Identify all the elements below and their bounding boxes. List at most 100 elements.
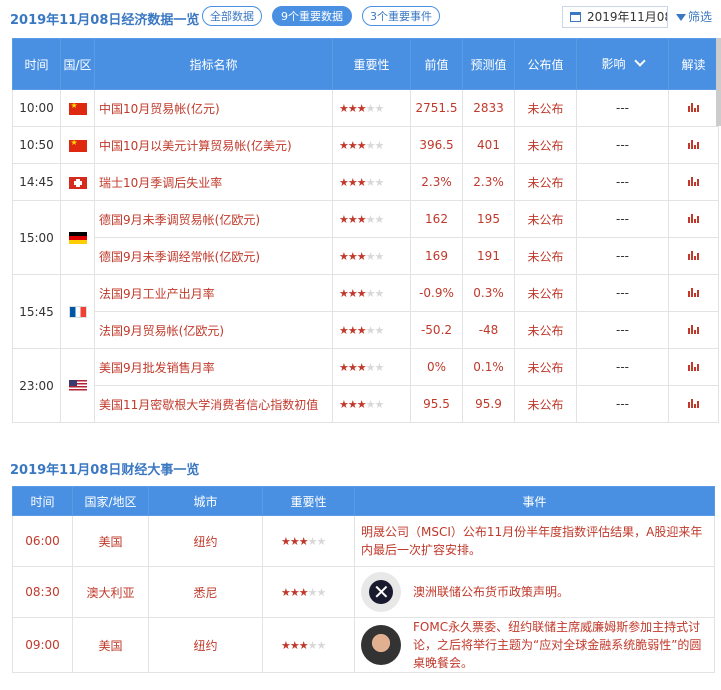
- analysis-cell[interactable]: [668, 274, 719, 312]
- bar-chart-icon[interactable]: [688, 214, 699, 223]
- star-icon: ★: [307, 585, 318, 599]
- star-icon: ★: [356, 397, 367, 411]
- star-icon: ★: [365, 286, 376, 300]
- actual-value: 未公布: [514, 237, 577, 275]
- analysis-cell[interactable]: [668, 200, 719, 238]
- event-description-cell: 明晟公司（MSCI）公布11月份半年度指数评估结果，A股迎来年内最后一次扩容安排…: [354, 515, 715, 567]
- table-row[interactable]: 法国9月贸易帐(亿欧元) ★★★★★ -50.2 -48 未公布 ---: [13, 311, 719, 349]
- table-row[interactable]: 美国11月密歇根大学消费者信心指数初值 ★★★★★ 95.5 95.9 未公布 ---: [13, 385, 719, 423]
- bar-chart-icon[interactable]: [688, 288, 699, 297]
- impact-value: ---: [576, 163, 669, 201]
- star-icon: ★: [298, 638, 309, 652]
- previous-value: -50.2: [410, 311, 463, 349]
- star-icon: ★: [356, 101, 367, 115]
- star-icon: ★: [365, 212, 376, 226]
- table-row[interactable]: 15:00 德国9月未季调贸易帐(亿欧元) ★★★★★ 162 195 未公布 ---: [12, 200, 719, 275]
- indicator-name[interactable]: 法国9月贸易帐(亿欧元): [94, 311, 333, 349]
- analysis-cell[interactable]: [668, 385, 719, 423]
- bar-chart-icon[interactable]: [688, 103, 699, 112]
- event-time: 08:30: [12, 566, 73, 618]
- importance-stars: ★★★★★: [332, 163, 411, 201]
- previous-value: 2.3%: [410, 163, 463, 201]
- star-icon: ★: [365, 323, 376, 337]
- star-icon: ★: [289, 585, 300, 599]
- bar-chart-icon[interactable]: [688, 399, 699, 408]
- bar-chart-icon[interactable]: [688, 325, 699, 334]
- col-impact-label: 影响: [601, 57, 626, 71]
- actual-value: 未公布: [514, 200, 577, 238]
- table-row[interactable]: 10:50中国10月以美元计算贸易帐(亿美元)★★★★★396.5401未公布-…: [12, 126, 719, 164]
- star-icon: ★: [356, 360, 367, 374]
- impact-value: ---: [576, 200, 669, 238]
- table-row[interactable]: 14:45 瑞士10月季调后失业率 ★★★★★ 2.3% 2.3% 未公布 ---: [12, 163, 719, 201]
- analysis-cell[interactable]: [668, 311, 719, 349]
- bar-chart-icon[interactable]: [688, 362, 699, 371]
- date-picker[interactable]: 2019年11月08: [562, 6, 668, 28]
- star-icon: ★: [339, 249, 349, 263]
- flag-cn-icon: [68, 101, 87, 115]
- previous-value: 2751.5: [410, 89, 463, 127]
- row-flag: [60, 200, 95, 275]
- previous-value: 396.5: [410, 126, 463, 164]
- filter-button[interactable]: 筛选: [676, 8, 712, 25]
- forecast-value: 0.1%: [462, 348, 515, 386]
- col-analysis: 解读: [668, 38, 719, 90]
- indicator-name[interactable]: 德国9月未季调贸易帐(亿欧元): [94, 200, 333, 238]
- event-city: 纽约: [148, 617, 263, 673]
- indicator-name[interactable]: 中国10月贸易帐(亿元): [94, 89, 333, 127]
- scrollbar[interactable]: [716, 38, 721, 126]
- star-icon: ★: [347, 175, 358, 189]
- table-row[interactable]: 10:00中国10月贸易帐(亿元)★★★★★2751.52833未公布---: [12, 89, 719, 127]
- analysis-cell[interactable]: [668, 89, 719, 127]
- forecast-value: 191: [462, 237, 515, 275]
- col-event-city: 城市: [148, 486, 263, 516]
- bar-chart-icon[interactable]: [688, 251, 699, 260]
- importance-stars: ★★★★★: [332, 348, 411, 386]
- indicator-name[interactable]: 法国9月工业产出月率: [94, 274, 333, 312]
- indicator-name[interactable]: 德国9月未季调经常帐(亿欧元): [94, 237, 333, 275]
- tab-all-data[interactable]: 全部数据: [202, 6, 262, 26]
- star-icon: ★: [356, 323, 367, 337]
- bar-chart-icon[interactable]: [688, 140, 699, 149]
- importance-stars: ★★★★★: [332, 89, 411, 127]
- col-impact[interactable]: 影响: [576, 38, 669, 90]
- table-row[interactable]: 德国9月未季调经常帐(亿欧元) ★★★★★ 169 191 未公布 ---: [13, 237, 719, 275]
- event-row[interactable]: 06:00 美国 纽约 ★★★★★ 明晟公司（MSCI）公布11月份半年度指数评估结果，…: [12, 515, 715, 567]
- event-row[interactable]: 09:00 美国 纽约 ★★★★★ FOMC永久票委、纽约联储主席威廉姆斯参加主持式讨论…: [12, 617, 715, 673]
- col-event-country: 国家/地区: [72, 486, 149, 516]
- indicator-name[interactable]: 美国11月密歇根大学消费者信心指数初值: [94, 385, 333, 423]
- actual-value: 未公布: [514, 126, 577, 164]
- event-importance: ★★★★★: [262, 566, 355, 618]
- star-icon: ★: [316, 638, 327, 652]
- star-icon: ★: [374, 138, 385, 152]
- tab-important-events[interactable]: 3个重要事件: [362, 6, 440, 26]
- analysis-cell[interactable]: [668, 348, 719, 386]
- col-event-time: 时间: [12, 486, 73, 516]
- star-icon: ★: [289, 638, 300, 652]
- table-row[interactable]: 23:00 美国9月批发销售月率 ★★★★★ 0% 0.1% 未公布 ---: [12, 348, 719, 423]
- filter-label: 筛选: [688, 10, 713, 24]
- calendar-icon: [570, 12, 581, 22]
- table-row[interactable]: 15:45 法国9月工业产出月率 ★★★★★ -0.9% 0.3% 未公布 ---: [12, 274, 719, 349]
- event-description-cell: FOMC永久票委、纽约联储主席威廉姆斯参加主持式讨论，之后将举行主题为“应对全球…: [354, 617, 715, 673]
- star-icon: ★: [298, 585, 309, 599]
- indicator-name[interactable]: 中国10月以美元计算贸易帐(亿美元): [94, 126, 333, 164]
- analysis-cell[interactable]: [668, 126, 719, 164]
- forecast-value: -48: [462, 311, 515, 349]
- star-icon: ★: [356, 249, 367, 263]
- event-row[interactable]: 08:30澳大利亚悉尼★★★★★澳洲联储公布货币政策声明。: [12, 566, 715, 618]
- tab-important-data[interactable]: 9个重要数据: [272, 6, 352, 26]
- row-time: 10:00: [12, 89, 61, 127]
- analysis-cell[interactable]: [668, 163, 719, 201]
- analysis-cell[interactable]: [668, 237, 719, 275]
- star-icon: ★: [281, 638, 291, 652]
- star-icon: ★: [374, 212, 385, 226]
- indicator-name[interactable]: 美国9月批发销售月率: [94, 348, 333, 386]
- bar-chart-icon[interactable]: [688, 177, 699, 186]
- row-time: 15:00: [12, 200, 61, 275]
- importance-stars: ★★★★★: [332, 237, 411, 275]
- col-importance: 重要性: [332, 38, 411, 90]
- star-icon: ★: [339, 397, 349, 411]
- indicator-name[interactable]: 瑞士10月季调后失业率: [94, 163, 333, 201]
- star-icon: ★: [347, 212, 358, 226]
